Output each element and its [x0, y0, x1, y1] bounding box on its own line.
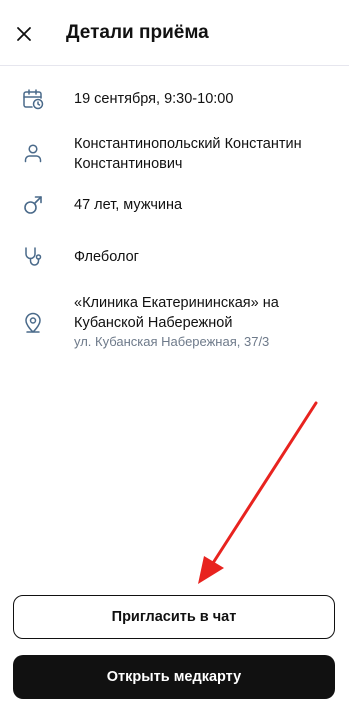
- close-icon: [17, 27, 31, 41]
- open-medical-record-button[interactable]: Открыть медкарту: [13, 655, 335, 699]
- page-title: Детали приёма: [66, 22, 209, 43]
- male-icon: [20, 192, 46, 218]
- header: Детали приёма: [0, 0, 349, 66]
- clinic-name: «Клиника Екатерининская» на Кубанской На…: [74, 295, 279, 331]
- clinic-info: «Клиника Екатерининская» на Кубанской На…: [74, 293, 336, 350]
- doctor-name: Константинопольский Константин Константи…: [74, 136, 302, 172]
- invite-to-chat-button[interactable]: Пригласить в чат: [13, 595, 335, 639]
- patient-info: 47 лет, мужчина: [74, 197, 183, 213]
- stethoscope-icon: [20, 244, 46, 270]
- clinic-address: ул. Кубанская Набережная, 37/3: [74, 334, 270, 349]
- close-button[interactable]: [10, 20, 38, 48]
- person-icon: [20, 140, 46, 166]
- calendar-clock-icon: [20, 86, 46, 112]
- appointment-datetime: 19 сентября, 9:30-10:00: [74, 91, 234, 107]
- location-pin-icon: [20, 310, 46, 336]
- doctor-specialty: Флеболог: [74, 249, 139, 265]
